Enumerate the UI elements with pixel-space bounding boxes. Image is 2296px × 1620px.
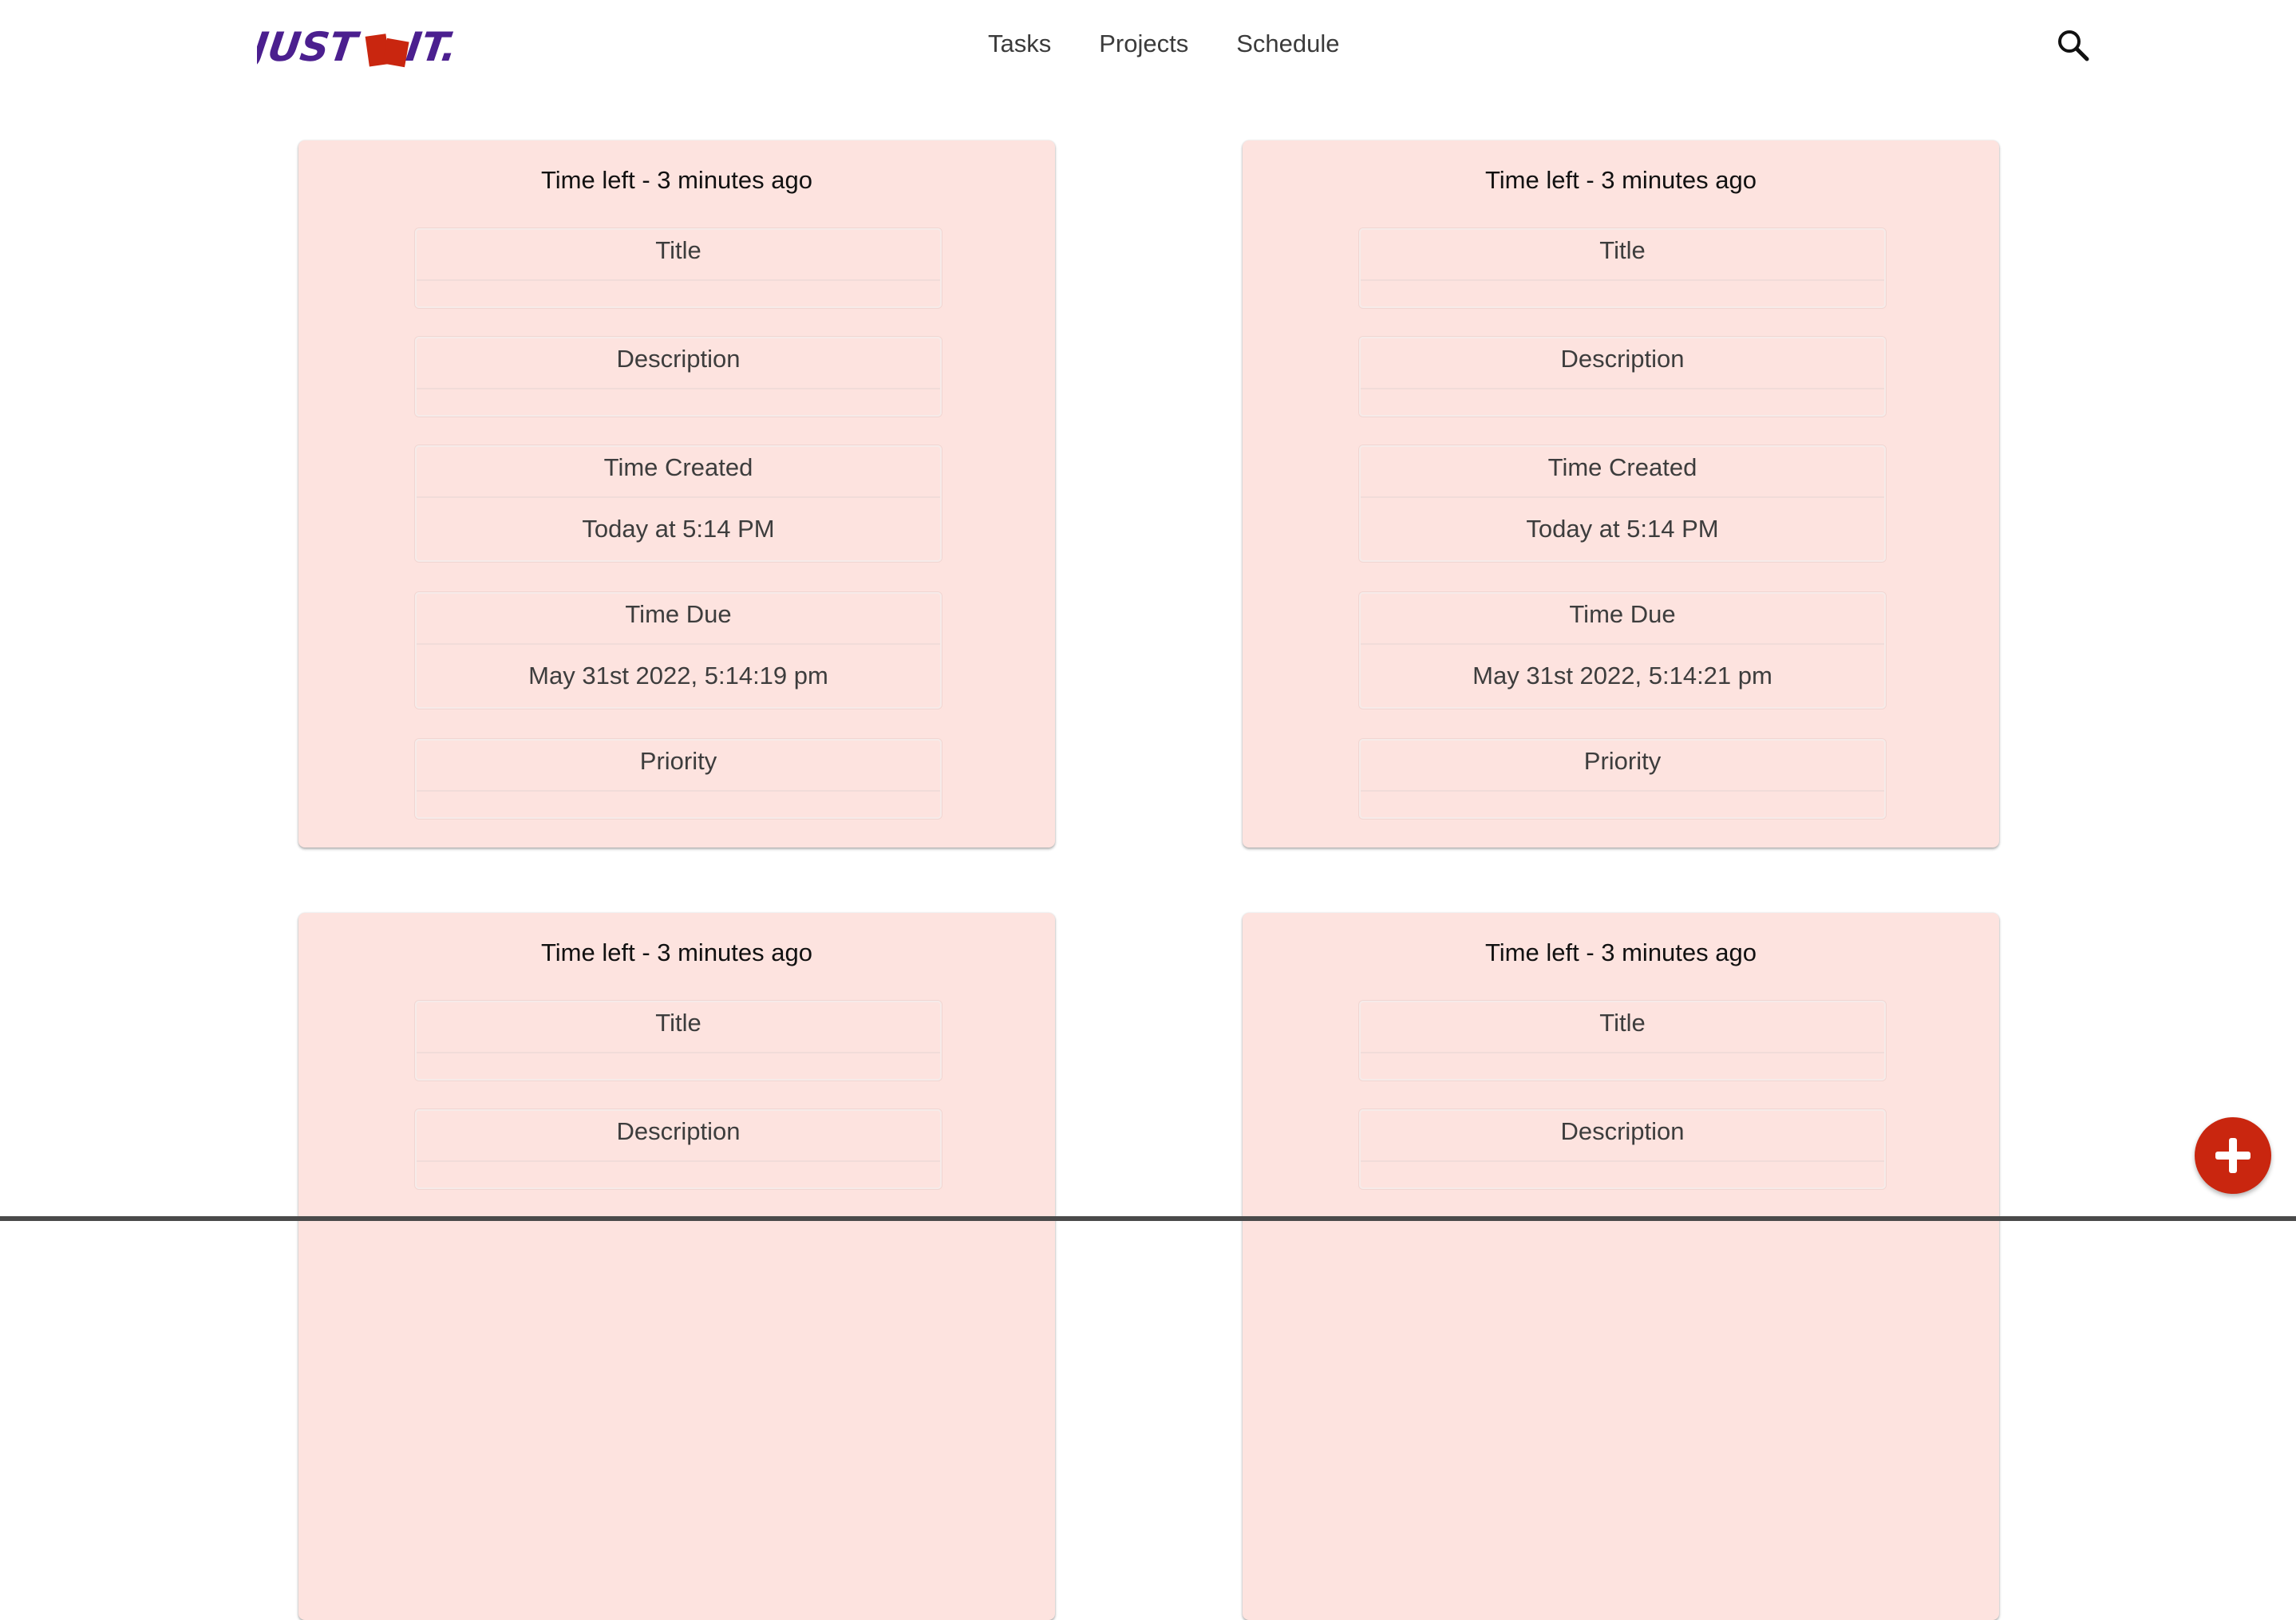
time-created-field: Time Created Today at 5:14 PM: [1359, 445, 1886, 562]
title-label: Title: [1361, 1002, 1884, 1053]
window-bottom-edge: [0, 1216, 2296, 1221]
task-grid: Time left - 3 minutes ago Title Descript…: [0, 0, 2296, 1620]
time-created-label: Time Created: [417, 447, 940, 498]
time-created-value: Today at 5:14 PM: [582, 515, 775, 543]
time-due-field: Time Due May 31st 2022, 5:14:19 pm: [415, 592, 942, 709]
title-field: Title: [415, 228, 942, 308]
description-label: Description: [417, 1111, 940, 1162]
task-card[interactable]: Time left - 3 minutes ago Title Descript…: [298, 140, 1055, 848]
time-due-label: Time Due: [417, 594, 940, 645]
task-card[interactable]: Time left - 3 minutes ago Title Descript…: [1243, 140, 1999, 848]
description-label: Description: [417, 338, 940, 389]
task-card[interactable]: Time left - 3 minutes ago Title Descript…: [1243, 913, 1999, 1620]
priority-value: [1361, 792, 1884, 817]
description-value: [1361, 389, 1884, 415]
title-field: Title: [1359, 228, 1886, 308]
time-created-value: Today at 5:14 PM: [1526, 515, 1719, 543]
time-due-value: May 31st 2022, 5:14:19 pm: [528, 662, 828, 689]
description-value: [417, 389, 940, 415]
description-field: Description: [1359, 337, 1886, 417]
description-field: Description: [1359, 1109, 1886, 1189]
priority-label: Priority: [1361, 741, 1884, 792]
time-left: Time left - 3 minutes ago: [541, 938, 812, 966]
time-left: Time left - 3 minutes ago: [541, 166, 812, 194]
description-value: [417, 1162, 940, 1187]
title-value: [417, 281, 940, 306]
priority-field: Priority: [1359, 739, 1886, 819]
title-field: Title: [1359, 1001, 1886, 1081]
title-field: Title: [415, 1001, 942, 1081]
time-due-field: Time Due May 31st 2022, 5:14:21 pm: [1359, 592, 1886, 709]
description-value: [1361, 1162, 1884, 1187]
priority-label: Priority: [417, 741, 940, 792]
time-created-label: Time Created: [1361, 447, 1884, 498]
description-field: Description: [415, 337, 942, 417]
time-left: Time left - 3 minutes ago: [1485, 166, 1757, 194]
time-due-value: May 31st 2022, 5:14:21 pm: [1472, 662, 1772, 689]
description-field: Description: [415, 1109, 942, 1189]
priority-field: Priority: [415, 739, 942, 819]
description-label: Description: [1361, 1111, 1884, 1162]
description-label: Description: [1361, 338, 1884, 389]
title-value: [1361, 281, 1884, 306]
task-card[interactable]: Time left - 3 minutes ago Title Descript…: [298, 913, 1055, 1620]
time-created-field: Time Created Today at 5:14 PM: [415, 445, 942, 562]
title-value: [1361, 1053, 1884, 1079]
priority-value: [417, 792, 940, 817]
title-value: [417, 1053, 940, 1079]
time-left: Time left - 3 minutes ago: [1485, 938, 1757, 966]
time-due-label: Time Due: [1361, 594, 1884, 645]
title-label: Title: [1361, 230, 1884, 281]
title-label: Title: [417, 230, 940, 281]
add-task-button[interactable]: [2195, 1117, 2271, 1194]
title-label: Title: [417, 1002, 940, 1053]
